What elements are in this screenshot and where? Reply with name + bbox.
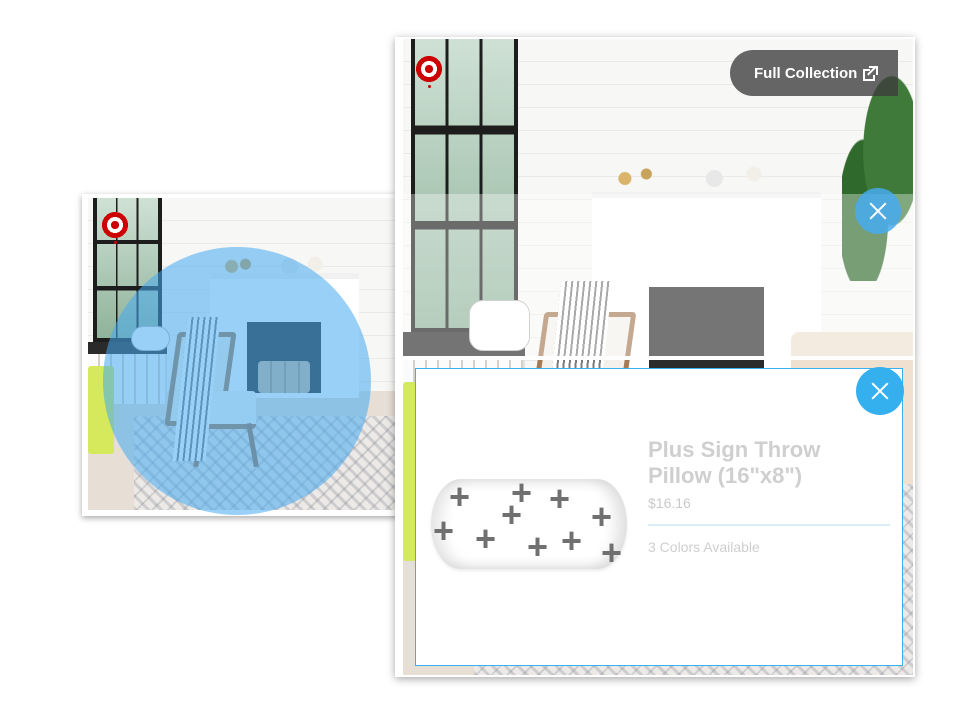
colors-available: 3 Colors Available [648, 539, 760, 555]
target-logo-icon [415, 55, 443, 83]
close-icon [869, 202, 887, 220]
close-button[interactable] [856, 367, 904, 415]
target-logo-dot [428, 85, 431, 88]
plus-pattern: + [591, 496, 613, 537]
plus-pattern: + [561, 520, 583, 561]
target-logo-icon [101, 211, 129, 239]
close-icon [871, 382, 889, 400]
hotspot-close-button[interactable] [855, 188, 901, 234]
external-link-icon [863, 65, 879, 81]
product-popup: + + + + + + + + + + Plus Sign Throw Pill… [415, 368, 903, 666]
product-price: $16.16 [648, 495, 691, 511]
room-card-right: Full Collection + + + + + + + + + + Plus… [395, 37, 915, 677]
stage: Full Collection + + + + + + + + + + Plus… [0, 0, 957, 717]
plus-pattern: + [527, 526, 549, 567]
product-image[interactable]: + + + + + + + + + + [431, 475, 627, 573]
plus-pattern: + [549, 478, 571, 519]
plus-pattern: + [501, 494, 523, 535]
scene-highlight-band [403, 194, 913, 356]
full-collection-button[interactable]: Full Collection [730, 50, 898, 96]
room-card-left [82, 194, 418, 516]
full-collection-label: Full Collection [754, 64, 858, 82]
scene-divider [403, 356, 913, 360]
mantel-decor [607, 147, 786, 192]
product-title[interactable]: Plus Sign Throw Pillow (16"x8") [648, 437, 858, 489]
plus-pattern: + [601, 532, 623, 573]
plus-pattern: + [475, 518, 497, 559]
hotspot-circle[interactable] [103, 247, 371, 515]
target-logo-dot [114, 241, 117, 244]
plus-pattern: + [433, 510, 455, 551]
divider [648, 524, 890, 526]
